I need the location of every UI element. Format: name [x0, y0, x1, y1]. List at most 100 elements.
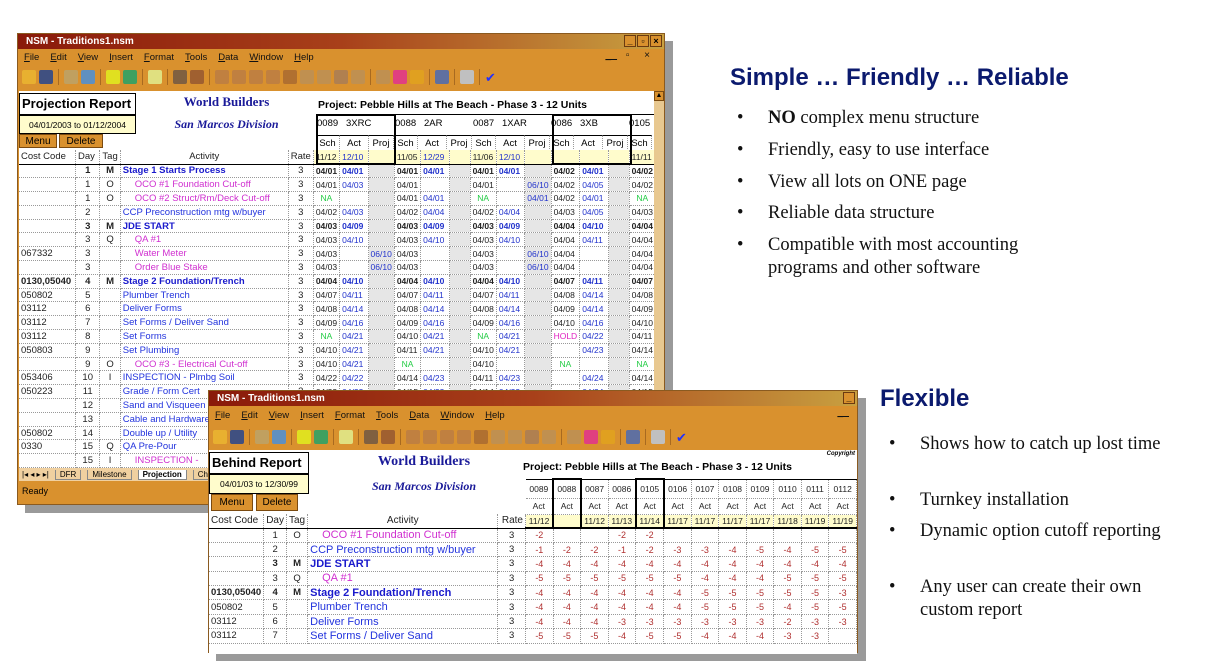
- lot-date-cell[interactable]: [608, 164, 630, 179]
- activity[interactable]: QA #1: [120, 232, 289, 248]
- menu-file[interactable]: File: [24, 52, 39, 63]
- table-row[interactable]: 053406 10 I INSPECTION - Plmbg Soil 3 04/22 04…: [19, 370, 656, 386]
- lot-date-cell[interactable]: [608, 370, 630, 386]
- menu-data[interactable]: Data: [409, 410, 429, 421]
- behind-days-cell[interactable]: -3: [801, 614, 830, 630]
- lot-date-cell[interactable]: [368, 357, 395, 372]
- behind-days-cell[interactable]: -5: [525, 628, 554, 644]
- lot-date-cell[interactable]: 04/03: [313, 260, 341, 275]
- lot-date-cell[interactable]: [449, 219, 471, 234]
- menu-button[interactable]: Menu: [19, 134, 57, 148]
- lot-date-cell[interactable]: NA: [629, 357, 656, 372]
- menu-view[interactable]: View: [269, 410, 289, 421]
- activity[interactable]: INSPECTION - Plmbg Soil: [120, 370, 289, 386]
- lot-date-cell[interactable]: [608, 191, 630, 206]
- lot-date-cell[interactable]: 04/09: [313, 315, 341, 331]
- lot-date-cell[interactable]: 04/14: [629, 370, 656, 386]
- behind-days-cell[interactable]: -4: [525, 585, 554, 601]
- table-row[interactable]: 1 O OCO #1 Foundation Cut-off 3 -2 -2 -2: [209, 528, 857, 543]
- lot-date-cell[interactable]: 04/01: [470, 164, 497, 179]
- lot-date-cell[interactable]: 04/08: [551, 288, 581, 303]
- behind-days-cell[interactable]: -4: [635, 585, 665, 601]
- calendar-icon[interactable]: [584, 429, 598, 444]
- lot-date-cell[interactable]: [496, 260, 526, 275]
- lot-date-cell[interactable]: 04/10: [313, 343, 341, 358]
- lot-date-cell[interactable]: 04/14: [339, 301, 369, 317]
- lot-date-cell[interactable]: [608, 246, 630, 262]
- menu-insert[interactable]: Insert: [109, 52, 133, 63]
- lot-date-cell[interactable]: [608, 315, 630, 331]
- lot-date-cell[interactable]: [524, 288, 552, 303]
- behind-days-cell[interactable]: -4: [828, 556, 857, 572]
- table-row[interactable]: 1 O OCO #2 Struct/Rm/Deck Cut-off 3 NA 04/01 0…: [19, 191, 656, 206]
- lot-date-cell[interactable]: [524, 343, 552, 358]
- lot-date-cell[interactable]: [524, 164, 552, 179]
- outdent-icon[interactable]: [232, 69, 246, 84]
- lot-date-cell[interactable]: [608, 329, 630, 344]
- activity[interactable]: Plumber Trench: [307, 599, 499, 615]
- lot-date-cell[interactable]: 04/24: [579, 370, 609, 386]
- behind-days-cell[interactable]: [801, 528, 830, 543]
- lot-date-cell[interactable]: 04/01: [420, 164, 450, 179]
- lot-date-cell[interactable]: 04/11: [394, 343, 422, 358]
- behind-days-cell[interactable]: -2: [608, 528, 637, 543]
- table-row[interactable]: 3 Order Blue Stake 3 04/03 06/10 04/03 04/03 06…: [19, 260, 656, 275]
- menu-window[interactable]: Window: [249, 52, 283, 63]
- behind-days-cell[interactable]: -5: [553, 571, 582, 587]
- print-icon[interactable]: [626, 429, 640, 444]
- lot-date-cell[interactable]: 04/04: [629, 246, 656, 262]
- activity[interactable]: Stage 2 Foundation/Trench: [307, 585, 499, 601]
- behind-days-cell[interactable]: -4: [608, 599, 637, 615]
- behind-days-cell[interactable]: -3: [608, 614, 637, 630]
- behind-days-cell[interactable]: -5: [746, 599, 775, 615]
- lot-date-cell[interactable]: 04/01: [420, 191, 450, 206]
- lot-date-cell[interactable]: 06/10: [368, 260, 395, 275]
- terrain-icon[interactable]: [123, 69, 137, 84]
- behind-days-cell[interactable]: -4: [773, 556, 802, 572]
- lot-date-cell[interactable]: [368, 329, 395, 344]
- lot-date-cell[interactable]: 04/05: [579, 177, 609, 193]
- lot-date-cell[interactable]: [449, 205, 471, 220]
- lot-date-cell[interactable]: [420, 246, 450, 262]
- behind-days-cell[interactable]: -5: [773, 585, 802, 601]
- menu-edit[interactable]: Edit: [241, 410, 257, 421]
- sheet-tab-projection[interactable]: Projection: [137, 469, 187, 480]
- lot-date-cell[interactable]: [449, 177, 471, 193]
- lot-date-cell[interactable]: 04/10: [629, 315, 656, 331]
- behind-days-cell[interactable]: [663, 528, 692, 543]
- lot-date-cell[interactable]: [608, 288, 630, 303]
- lot-date-cell[interactable]: NA: [313, 191, 341, 206]
- lot-date-cell[interactable]: [368, 288, 395, 303]
- behind-days-cell[interactable]: [553, 528, 582, 543]
- lot-date-cell[interactable]: NA: [629, 191, 656, 206]
- lot-date-cell[interactable]: 04/08: [313, 301, 341, 317]
- lot-date-cell[interactable]: 04/04: [551, 232, 581, 248]
- lot-date-cell[interactable]: 04/02: [629, 164, 656, 179]
- check-icon[interactable]: ✔: [485, 70, 499, 85]
- behind-days-cell[interactable]: -5: [801, 571, 830, 587]
- behind-days-cell[interactable]: [746, 528, 775, 543]
- activity[interactable]: Deliver Forms: [307, 614, 499, 630]
- lot-date-cell[interactable]: 04/02: [551, 164, 581, 179]
- table-row[interactable]: 050802 5 Plumber Trench 3 -4 -4 -4 -4 -4 -4 -5 -5 -5…: [209, 599, 857, 615]
- sheet-tab-milestone[interactable]: Milestone: [87, 469, 132, 480]
- close-button[interactable]: ×: [650, 35, 662, 47]
- lot-date-cell[interactable]: 04/03: [394, 246, 422, 262]
- lot-date-cell[interactable]: NA: [394, 357, 422, 372]
- lot-date-cell[interactable]: 04/21: [496, 329, 526, 344]
- behind-days-cell[interactable]: -3: [828, 585, 857, 601]
- behind-days-cell[interactable]: [718, 528, 747, 543]
- lot-date-cell[interactable]: 04/09: [496, 219, 526, 234]
- title-icon[interactable]: [255, 429, 269, 444]
- lot-date-cell[interactable]: 04/09: [470, 315, 497, 331]
- table-row[interactable]: 03112 6 Deliver Forms 3 -4 -4 -4 -3 -3 -3 -3 -3 -3 -2…: [209, 614, 857, 630]
- behind-days-cell[interactable]: -2: [635, 542, 665, 558]
- lot-date-cell[interactable]: 04/01: [313, 177, 341, 193]
- lot-date-cell[interactable]: 04/14: [579, 288, 609, 303]
- behind-days-cell[interactable]: -4: [773, 542, 802, 558]
- print-icon[interactable]: [435, 69, 449, 84]
- lot-date-cell[interactable]: 04/02: [551, 191, 581, 206]
- lot-date-cell[interactable]: 04/11: [339, 288, 369, 303]
- lot-date-cell[interactable]: [368, 219, 395, 234]
- window-icon[interactable]: [81, 69, 95, 84]
